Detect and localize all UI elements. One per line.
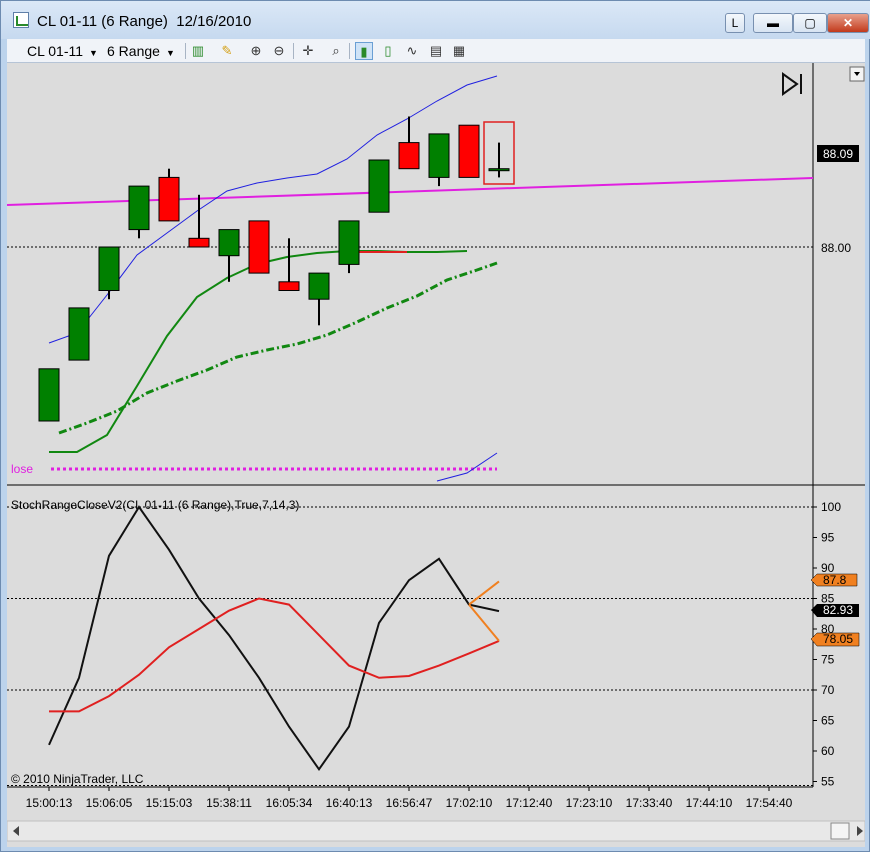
y-tick-label: 60 bbox=[821, 744, 835, 758]
chevron-down-icon: ▼ bbox=[89, 48, 98, 58]
x-tick-label: 17:23:10 bbox=[566, 796, 613, 810]
bar-type-icon[interactable]: ▥ bbox=[189, 42, 207, 60]
x-tick-label: 17:33:40 bbox=[626, 796, 673, 810]
candle bbox=[128, 185, 150, 231]
candle bbox=[488, 168, 510, 172]
candle bbox=[68, 307, 90, 361]
candle bbox=[308, 272, 330, 300]
y-tick-label: 95 bbox=[821, 531, 835, 545]
lose-label: lose bbox=[11, 462, 33, 476]
chart-toolbar: CL 01-11 ▼ 6 Range ▼ ▥ ✎ ⊕ ⊖ ✛ ⌕ ▮ ▯ ∿ ▤ ▦ bbox=[7, 39, 865, 63]
l-button[interactable]: L bbox=[725, 13, 745, 33]
candle bbox=[338, 220, 360, 265]
data-box-icon[interactable]: ▦ bbox=[450, 42, 468, 60]
candle bbox=[398, 142, 420, 170]
crosshair-icon[interactable]: ✛ bbox=[299, 42, 317, 60]
x-tick-label: 15:06:05 bbox=[86, 796, 133, 810]
y-tick-label: 65 bbox=[821, 714, 835, 728]
interval-selector[interactable]: 6 Range ▼ bbox=[107, 42, 175, 60]
candle bbox=[428, 133, 450, 178]
chart-canvas[interactable]: 88.09 88.00 lose StochRangeCloseV2(CL 01… bbox=[6, 63, 866, 847]
candle bbox=[98, 246, 120, 291]
candle bbox=[458, 124, 480, 178]
time-ticks: 15:00:13 15:06:05 15:15:03 15:38:11 16:05:34… bbox=[26, 787, 793, 810]
instrument-label: CL 01-11 bbox=[27, 43, 84, 59]
x-tick-label: 17:02:10 bbox=[446, 796, 493, 810]
close-button[interactable]: ✕ bbox=[827, 13, 869, 33]
x-tick-label: 15:15:03 bbox=[146, 796, 193, 810]
price-level-label: 88.00 bbox=[821, 241, 851, 255]
x-tick-label: 15:00:13 bbox=[26, 796, 73, 810]
y-tick-label: 100 bbox=[821, 500, 841, 514]
line-icon[interactable]: ∿ bbox=[403, 42, 421, 60]
last-price-label: 88.09 bbox=[823, 147, 853, 161]
chart-area[interactable]: 88.09 88.00 lose StochRangeCloseV2(CL 01… bbox=[6, 63, 866, 847]
candle bbox=[188, 237, 210, 248]
stoch-series-line bbox=[48, 505, 500, 772]
minimize-button[interactable]: ▬ bbox=[753, 13, 793, 33]
bars-icon[interactable]: ▯ bbox=[379, 42, 397, 60]
candles-icon[interactable]: ▮ bbox=[355, 42, 373, 60]
scrollbar-thumb[interactable] bbox=[830, 822, 850, 840]
properties-icon[interactable]: ▤ bbox=[427, 42, 445, 60]
x-tick-label: 16:56:47 bbox=[386, 796, 433, 810]
stoch-series-line bbox=[49, 597, 500, 713]
stoch-orange1-label: 87.8 bbox=[823, 573, 847, 587]
candle bbox=[158, 176, 180, 222]
toolbar-separator bbox=[349, 43, 350, 59]
x-tick-label: 17:12:40 bbox=[506, 796, 553, 810]
maximize-button[interactable]: ▢ bbox=[793, 13, 827, 33]
y-tick-label: 70 bbox=[821, 683, 835, 697]
horizontal-scrollbar[interactable] bbox=[6, 820, 866, 842]
y-tick-label: 55 bbox=[821, 775, 835, 789]
magnifier-icon[interactable]: ⌕ bbox=[327, 42, 345, 60]
x-tick-label: 16:40:13 bbox=[326, 796, 373, 810]
chart-app-icon bbox=[13, 12, 29, 28]
x-tick-label: 17:54:40 bbox=[746, 796, 793, 810]
x-tick-label: 15:38:11 bbox=[206, 796, 252, 810]
candle bbox=[248, 220, 270, 274]
x-tick-label: 16:05:34 bbox=[266, 796, 313, 810]
instrument-selector[interactable]: CL 01-11 ▼ bbox=[27, 42, 98, 60]
zoom-out-icon[interactable]: ⊖ bbox=[270, 42, 288, 60]
interval-label: 6 Range bbox=[107, 43, 160, 59]
zoom-in-icon[interactable]: ⊕ bbox=[247, 42, 265, 60]
candle bbox=[278, 281, 300, 292]
window-title: CL 01-11 (6 Range) 12/16/2010 bbox=[37, 13, 252, 30]
x-tick-label: 17:44:10 bbox=[686, 796, 733, 810]
stoch-group bbox=[7, 505, 813, 786]
candle bbox=[368, 159, 390, 213]
copyright-label: © 2010 NinjaTrader, LLC bbox=[11, 772, 144, 786]
title-bar[interactable]: CL 01-11 (6 Range) 12/16/2010 L ▬ ▢ ✕ bbox=[1, 1, 870, 39]
y-tick-label: 75 bbox=[821, 653, 835, 667]
toolbar-separator bbox=[293, 43, 294, 59]
toolbar-separator bbox=[185, 43, 186, 59]
stoch-orange2-label: 78.05 bbox=[823, 632, 853, 646]
chart-window: CL 01-11 (6 Range) 12/16/2010 L ▬ ▢ ✕ CL… bbox=[0, 0, 870, 852]
chevron-down-icon: ▼ bbox=[165, 48, 175, 58]
stoch-series-line bbox=[468, 580, 500, 606]
candle bbox=[218, 229, 240, 257]
stoch-black-label: 82.93 bbox=[823, 603, 853, 617]
candle bbox=[38, 368, 60, 422]
pencil-draw-icon[interactable]: ✎ bbox=[218, 42, 236, 60]
stoch-title: StochRangeCloseV2(CL 01-11 (6 Range),Tru… bbox=[11, 498, 299, 512]
